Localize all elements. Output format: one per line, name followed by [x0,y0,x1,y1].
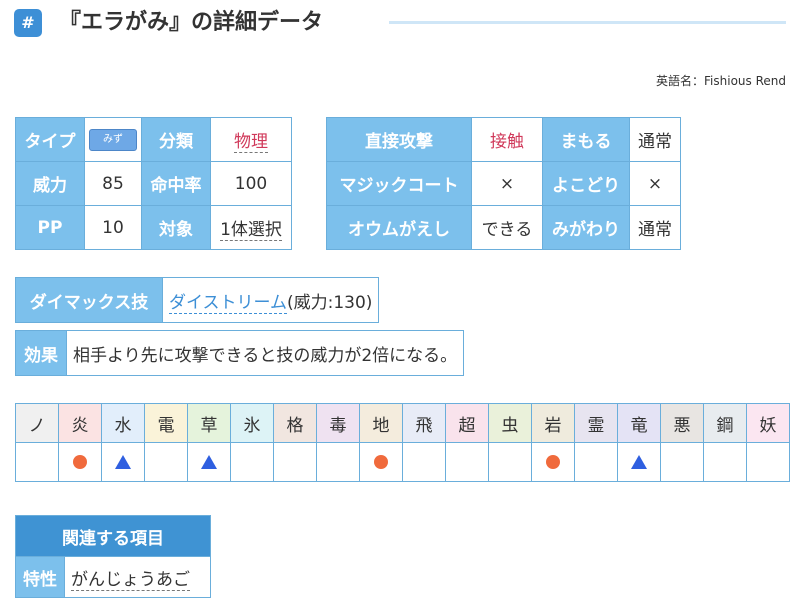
mirror-move-value: できる [471,205,543,250]
target-link[interactable]: 1体選択 [220,220,282,241]
type-header-cell: 鋼 [703,403,747,443]
category-label: 分類 [141,117,211,162]
type-header-cell: 悪 [660,403,704,443]
type-mark-cell [359,442,403,482]
type-header-cell: 毒 [316,403,360,443]
ability-value: がんじょうあご [64,556,211,598]
type-mark-cell [15,442,59,482]
type-header-cell: 水 [101,403,145,443]
effect-text: 相手より先に攻撃できると技の威力が2倍になる。 [65,330,465,376]
type-effectiveness-table: ノ炎水電草氷格毒地飛超虫岩霊竜悪鋼妖 [15,403,790,482]
type-header-cell: 草 [187,403,231,443]
protect-label: まもる [542,117,630,162]
mirror-move-label: オウムがえし [326,205,472,250]
ability-label: 特性 [15,556,65,598]
target-value: 1体選択 [210,205,292,250]
type-mark-cell [746,442,790,482]
page-header: # 『エラがみ』の詳細データ [14,8,786,38]
move-stats-table: タイプ みず 分類 物理 威力 85 命中率 100 PP 10 対象 1体選択 [15,117,292,250]
circle-mark-icon [73,455,87,469]
accuracy-value: 100 [210,161,292,206]
category-link[interactable]: 物理 [234,132,268,153]
contact-value[interactable]: 接触 [471,117,543,162]
accuracy-label: 命中率 [141,161,211,206]
type-mark-cell [101,442,145,482]
type-badge[interactable]: みず [89,128,137,151]
type-header-cell: 飛 [402,403,446,443]
related-items-table: 関連する項目 特性 がんじょうあご [15,515,211,598]
magic-coat-value: × [471,161,543,206]
type-mark-cell [187,442,231,482]
related-title: 関連する項目 [15,515,211,557]
type-mark-cell [402,442,446,482]
snatch-value: × [629,161,681,206]
english-name: 英語名：Fishious Rend [656,74,786,88]
triangle-mark-icon [631,455,647,469]
type-mark-cell [574,442,618,482]
power-label: 威力 [15,161,85,206]
ability-link[interactable]: がんじょうあご [71,569,190,591]
pp-value: 10 [84,205,142,250]
effect-table: 効果 相手より先に攻撃できると技の威力が2倍になる。 [15,330,465,376]
type-header-cell: 氷 [230,403,274,443]
type-header-cell: 虫 [488,403,532,443]
header-divider [389,21,786,24]
magic-coat-label: マジックコート [326,161,472,206]
dynamax-value: ダイストリーム(威力:130) [161,277,380,323]
type-header-cell: 炎 [58,403,102,443]
power-value: 85 [84,161,142,206]
type-mark-cell [58,442,102,482]
hash-icon: # [14,9,42,37]
type-mark-cell [144,442,188,482]
pp-label: PP [15,205,85,250]
substitute-value: 通常 [629,205,681,250]
triangle-mark-icon [201,455,217,469]
type-header-cell: 岩 [531,403,575,443]
type-names-row: ノ炎水電草氷格毒地飛超虫岩霊竜悪鋼妖 [15,403,790,443]
substitute-label: みがわり [542,205,630,250]
snatch-label: よこどり [542,161,630,206]
type-header-cell: ノ [15,403,59,443]
dynamax-move-link[interactable]: ダイストリーム [169,292,287,314]
type-label: タイプ [15,117,85,162]
type-mark-cell [273,442,317,482]
type-header-cell: 超 [445,403,489,443]
type-mark-cell [703,442,747,482]
type-mark-cell [617,442,661,482]
contact-label: 直接攻撃 [326,117,472,162]
protect-value: 通常 [629,117,681,162]
type-mark-cell [531,442,575,482]
type-header-cell: 地 [359,403,403,443]
type-header-cell: 竜 [617,403,661,443]
type-marks-row [15,442,790,482]
effect-label: 効果 [15,330,67,376]
type-mark-cell [488,442,532,482]
type-mark-cell [660,442,704,482]
dynamax-power: (威力:130) [286,292,373,313]
type-header-cell: 霊 [574,403,618,443]
triangle-mark-icon [115,455,131,469]
dynamax-table: ダイマックス技 ダイストリーム(威力:130) [15,277,380,323]
category-value: 物理 [210,117,292,162]
type-header-cell: 妖 [746,403,790,443]
circle-mark-icon [374,455,388,469]
type-mark-cell [445,442,489,482]
type-header-cell: 格 [273,403,317,443]
move-properties-table: 直接攻撃 接触 まもる 通常 マジックコート × よこどり × オウムがえし で… [326,117,681,250]
type-mark-cell [230,442,274,482]
type-mark-cell [316,442,360,482]
type-cell: みず [84,117,142,162]
dynamax-label: ダイマックス技 [15,277,163,323]
page-title: 『エラがみ』の詳細データ [59,10,324,35]
type-header-cell: 電 [144,403,188,443]
circle-mark-icon [546,455,560,469]
target-label: 対象 [141,205,211,250]
